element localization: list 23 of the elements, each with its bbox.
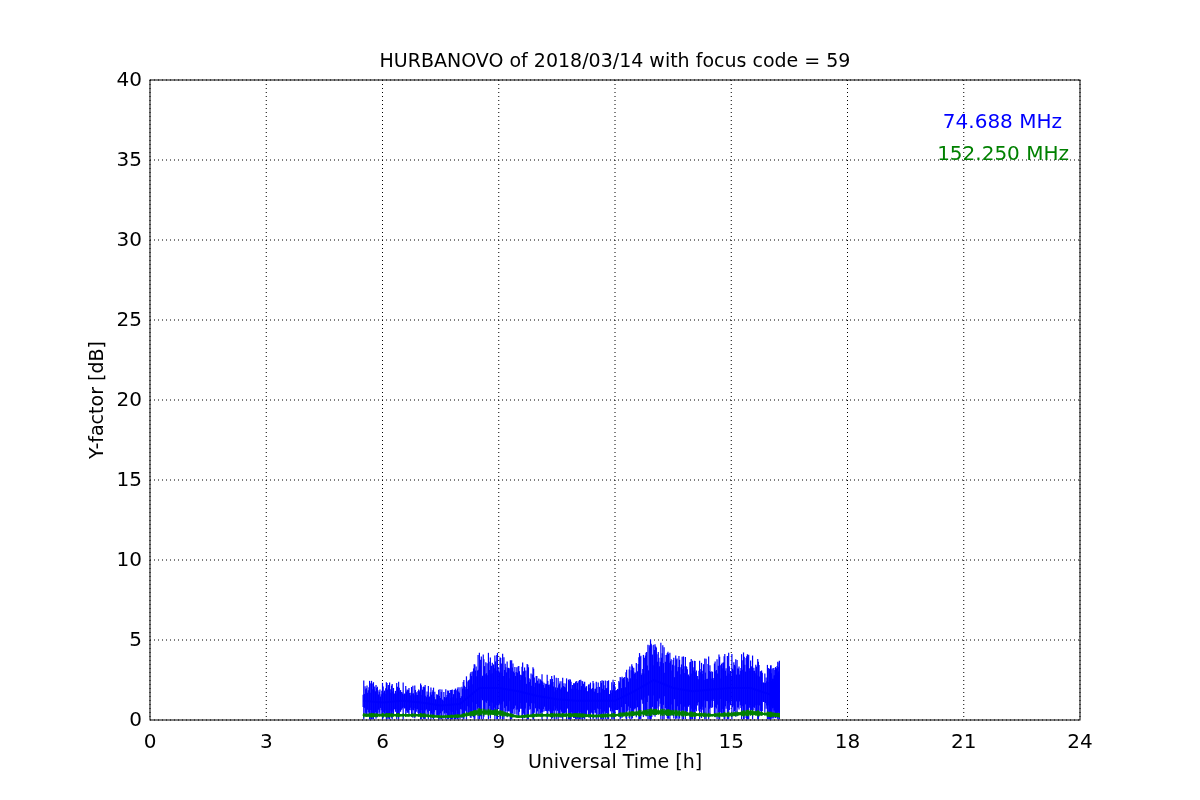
x-tick-label: 15 (718, 728, 744, 753)
x-tick-label: 12 (602, 728, 628, 753)
legend-label: 74.688 MHz (942, 109, 1062, 133)
y-tick-label: 15 (116, 466, 142, 491)
chart-title: HURBANOVO of 2018/03/14 with focus code = 59 (379, 49, 851, 71)
x-tick-label: 9 (492, 728, 506, 753)
y-tick-label: 25 (116, 306, 142, 331)
x-tick-label: 18 (834, 728, 861, 753)
legend-label: 152.250 MHz (937, 141, 1069, 165)
y-tick-label: 0 (129, 706, 142, 731)
x-tick-label: 24 (1067, 728, 1093, 753)
x-tick-label: 0 (143, 728, 157, 753)
x-axis-label: Universal Time [h] (527, 750, 703, 772)
y-tick-label: 35 (116, 146, 142, 171)
x-tick-label: 3 (259, 728, 273, 753)
y-tick-label: 20 (116, 386, 142, 411)
y-tick-label: 5 (129, 626, 142, 651)
y-tick-label: 40 (116, 66, 142, 91)
x-tick-label: 6 (376, 728, 389, 753)
y-tick-label: 30 (116, 226, 142, 251)
y-tick-label: 10 (116, 546, 142, 571)
x-tick-label: 21 (951, 728, 977, 753)
y-axis-label: Y-factor [dB] (85, 341, 107, 459)
